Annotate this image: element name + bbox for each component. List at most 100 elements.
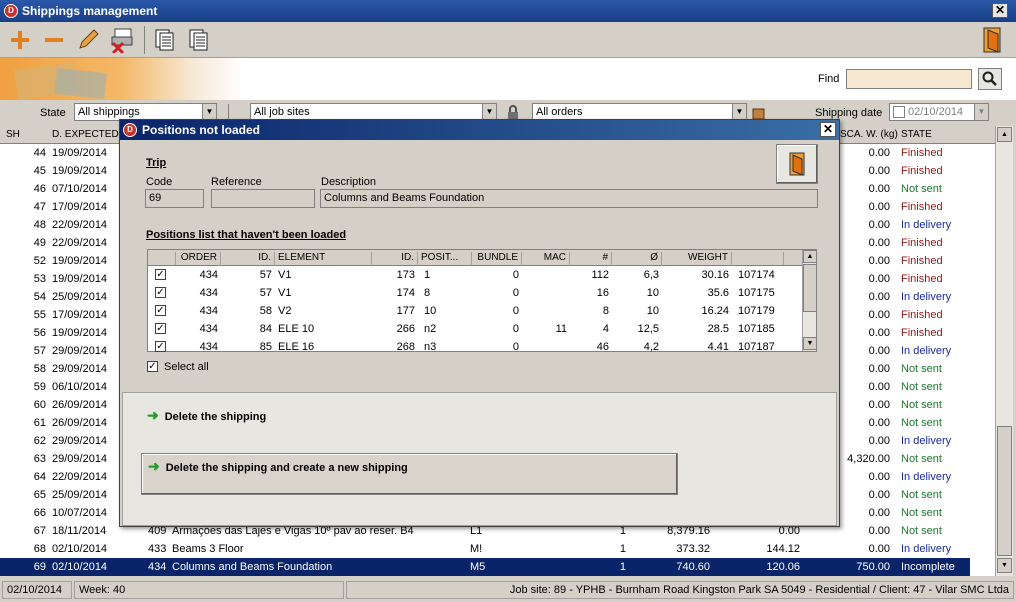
cell-sh: 56: [33, 327, 46, 339]
cell-diameter: 10: [646, 305, 659, 317]
cell-state: In delivery: [901, 471, 952, 483]
app-logo-icon: D: [4, 4, 18, 18]
cell-bundle: 0: [512, 269, 519, 281]
chevron-down-icon: ▼: [482, 104, 496, 120]
cell-weight: 35.6: [707, 287, 729, 299]
cell-sh: 45: [33, 165, 46, 177]
scroll-up-icon[interactable]: ▲: [997, 127, 1012, 142]
cell-id2: 266: [396, 323, 415, 335]
cell-code: 107174: [738, 269, 775, 281]
col-weight[interactable]: WEIGHT: [662, 252, 732, 266]
delete-and-create-content: ➜ Delete the shipping and create a new sh…: [148, 458, 408, 475]
cell-order: 434: [199, 341, 218, 353]
table-row[interactable]: 69 02/10/2014 434 Columns and Beams Foundat…: [0, 558, 970, 576]
cell-state: In delivery: [901, 219, 952, 231]
list-item[interactable]: ✓ 434 84 ELE 10 266 n2 0 11 4 12,5 28.5 107185: [148, 320, 802, 338]
list-item[interactable]: ✓ 434 57 V1 174 8 0 16 10 35.6 107175: [148, 284, 802, 302]
scroll-up-icon[interactable]: ▲: [803, 250, 817, 263]
col-id[interactable]: ID.: [221, 252, 275, 266]
cell-weight2: 144.12: [766, 543, 800, 555]
cell-element: ELE 16: [278, 341, 315, 353]
shipping-date-value: 02/10/2014: [908, 106, 964, 118]
positions-list-scrollbar[interactable]: ▲ ▼: [802, 250, 817, 351]
list-item[interactable]: ✓ 434 85 ELE 16 268 n3 0 46 4,2 4.41 107187: [148, 338, 802, 356]
cell-date: 19/09/2014: [52, 273, 108, 285]
cell-sh: 57: [33, 345, 46, 357]
cell-sh: 49: [33, 237, 46, 249]
add-icon: [11, 31, 29, 49]
edit-button[interactable]: [74, 26, 102, 54]
col-count[interactable]: #: [570, 252, 612, 266]
col-sh[interactable]: SH: [6, 129, 20, 140]
cell-sh: 63: [33, 453, 46, 465]
status-week: Week: 40: [74, 581, 344, 599]
cell-diameter: 6,3: [643, 269, 659, 281]
cell-date: 07/10/2014: [52, 183, 108, 195]
delete-and-create-shipping-button[interactable]: ➜ Delete the shipping and create a new sh…: [141, 453, 678, 495]
col-date-expected[interactable]: D. EXPECTED: [52, 129, 119, 140]
scroll-down-icon[interactable]: ▼: [803, 337, 817, 350]
cell-date: 19/09/2014: [52, 255, 108, 267]
delete-shipping-button[interactable]: ➜ Delete the shipping: [147, 407, 266, 424]
cell-sh: 60: [33, 399, 46, 411]
cell-bundle: 0: [512, 341, 519, 353]
col-state[interactable]: STATE: [901, 129, 932, 140]
cell-sh: 67: [33, 525, 46, 537]
cell-bundle: 0: [512, 305, 519, 317]
row-checkbox[interactable]: ✓: [155, 287, 166, 298]
table-row[interactable]: 68 02/10/2014 433 Beams 3 Floor M! 1 373.32 144…: [0, 540, 970, 558]
window-close-button[interactable]: ✕: [992, 3, 1008, 18]
cell-code: 107187: [738, 341, 775, 353]
cell-state: Not sent: [901, 525, 942, 537]
scroll-thumb[interactable]: [803, 264, 817, 312]
cell-date: 25/09/2014: [52, 489, 108, 501]
exit-button[interactable]: [978, 26, 1006, 54]
chevron-down-icon: ▼: [974, 104, 988, 120]
dialog-close-button[interactable]: ✕: [820, 122, 836, 137]
row-checkbox[interactable]: ✓: [155, 341, 166, 352]
col-element[interactable]: ELEMENT: [275, 252, 372, 266]
cancel-print-button[interactable]: [108, 26, 136, 54]
grid-scrollbar[interactable]: ▲ ▼: [995, 126, 1013, 576]
add-button[interactable]: [6, 26, 34, 54]
date-enable-checkbox[interactable]: [893, 106, 905, 118]
row-checkbox[interactable]: ✓: [155, 269, 166, 280]
row-checkbox[interactable]: ✓: [155, 305, 166, 316]
dialog-exit-button[interactable]: [776, 144, 818, 184]
list-item[interactable]: ✓ 434 58 V2 177 10 0 8 10 16.24 107179: [148, 302, 802, 320]
scroll-thumb[interactable]: [997, 426, 1012, 556]
list-item[interactable]: ✓ 434 57 V1 173 1 0 112 6,3 30.16 107174: [148, 266, 802, 284]
col-position[interactable]: POSIT...: [418, 252, 472, 266]
cell-mac: 11: [555, 323, 567, 335]
cell-date: 18/11/2014: [52, 525, 107, 537]
cell-date: 29/09/2014: [52, 363, 108, 375]
cell-weight: 30.16: [701, 269, 729, 281]
cell-position: 1: [424, 269, 431, 281]
cell-element: V2: [278, 305, 292, 317]
arrow-right-icon: ➜: [147, 407, 159, 423]
find-button[interactable]: [978, 68, 1002, 90]
copy-doc-button[interactable]: [151, 26, 179, 54]
copy-doc2-button[interactable]: [185, 26, 213, 54]
col-bundle[interactable]: BUNDLE: [472, 252, 522, 266]
scroll-down-icon[interactable]: ▼: [997, 558, 1012, 573]
jobsite-select-value: All job sites: [254, 106, 310, 118]
shipping-date-picker[interactable]: 02/10/2014 ▼: [889, 103, 989, 121]
select-all-checkbox[interactable]: ✓: [147, 361, 158, 372]
cell-state: Not sent: [901, 417, 942, 429]
col-diameter[interactable]: Ø: [612, 252, 662, 266]
cell-description: Beams 3 Floor: [172, 543, 244, 555]
row-checkbox[interactable]: ✓: [155, 323, 166, 334]
exit-door-icon: [789, 152, 805, 176]
col-order[interactable]: ORDER: [176, 252, 221, 266]
col-id2[interactable]: ID.: [372, 252, 418, 266]
remove-button[interactable]: [40, 26, 68, 54]
col-sca-weight[interactable]: SCA. W. (kg): [840, 129, 898, 140]
cell-weight: 4.41: [707, 341, 729, 353]
cell-element: V1: [278, 269, 292, 281]
col-mac[interactable]: MAC: [522, 252, 570, 266]
cell-weight: 373.32: [676, 543, 710, 555]
find-input[interactable]: [846, 69, 972, 89]
cell-count: 112: [591, 269, 609, 281]
cell-date: 02/10/2014: [52, 561, 108, 573]
